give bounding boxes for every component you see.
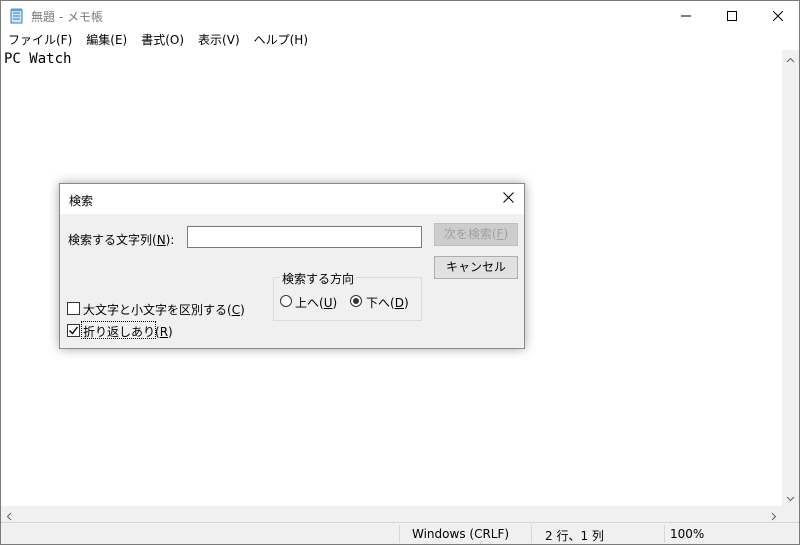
find-dialog: 検索 検索する文字列(N): 次を検索(F) キャンセル 検索する方向 上へ(U… [59,183,525,349]
maximize-button[interactable] [709,1,755,31]
vertical-scrollbar[interactable] [782,50,799,506]
status-separator [531,525,532,543]
match-case-checkbox[interactable] [67,302,80,315]
menu-view[interactable]: 表示(V) [191,31,247,50]
menu-file[interactable]: ファイル(F) [1,31,79,50]
direction-down-radio[interactable] [350,295,362,307]
editor-content[interactable]: PC Watch [4,50,71,68]
status-separator [664,525,665,543]
dialog-close-button[interactable] [498,189,518,209]
close-button[interactable] [755,1,800,31]
find-dialog-title-bar: 検索 [60,184,524,214]
direction-up-radio[interactable] [280,295,292,307]
find-what-input[interactable] [187,226,422,248]
notepad-icon [10,8,24,24]
minimize-button[interactable] [663,1,709,31]
scroll-left-icon[interactable] [5,510,14,521]
horizontal-scrollbar[interactable] [1,506,782,522]
title-bar: 無題 - メモ帳 [1,1,799,31]
status-separator [399,525,400,543]
status-bar: Windows (CRLF) 2 行、1 列 100% [1,522,799,544]
menu-bar: ファイル(F) 編集(E) 書式(O) 表示(V) ヘルプ(H) [1,31,799,50]
wrap-around-checkbox[interactable] [67,324,80,337]
match-case-label[interactable]: 大文字と小文字を区別する(C) [83,301,245,318]
direction-up-label[interactable]: 上へ(U) [295,294,337,311]
close-icon [502,192,514,206]
status-zoom: 100% [670,527,705,541]
close-icon [773,11,783,21]
status-cursor-position: 2 行、1 列 [545,529,604,543]
menu-edit[interactable]: 編集(E) [79,31,134,50]
scroll-up-icon[interactable] [786,54,795,63]
find-dialog-title: 検索 [69,194,94,208]
find-what-label: 検索する文字列(N): [68,233,175,247]
window-title: 無題 - メモ帳 [31,10,103,24]
minimize-icon [681,11,691,21]
direction-down-label[interactable]: 下へ(D) [366,294,409,311]
cancel-button[interactable]: キャンセル [434,256,518,279]
maximize-icon [727,11,737,21]
notepad-window: 無題 - メモ帳 ファイル(F) 編集(E) 書式(O) 表示(V) ヘルプ(H… [0,0,800,545]
menu-format[interactable]: 書式(O) [134,31,191,50]
find-next-button[interactable]: 次を検索(F) [434,223,518,246]
scrollbar-corner [782,506,799,522]
scroll-down-icon[interactable] [786,492,795,502]
menu-help[interactable]: ヘルプ(H) [247,31,315,50]
wrap-around-label[interactable]: 折り返しあり(R) [83,323,173,340]
status-encoding: Windows (CRLF) [412,527,510,541]
direction-group-label: 検索する方向 [280,270,357,287]
scroll-right-icon[interactable] [769,510,778,521]
checkmark-icon [68,325,79,336]
